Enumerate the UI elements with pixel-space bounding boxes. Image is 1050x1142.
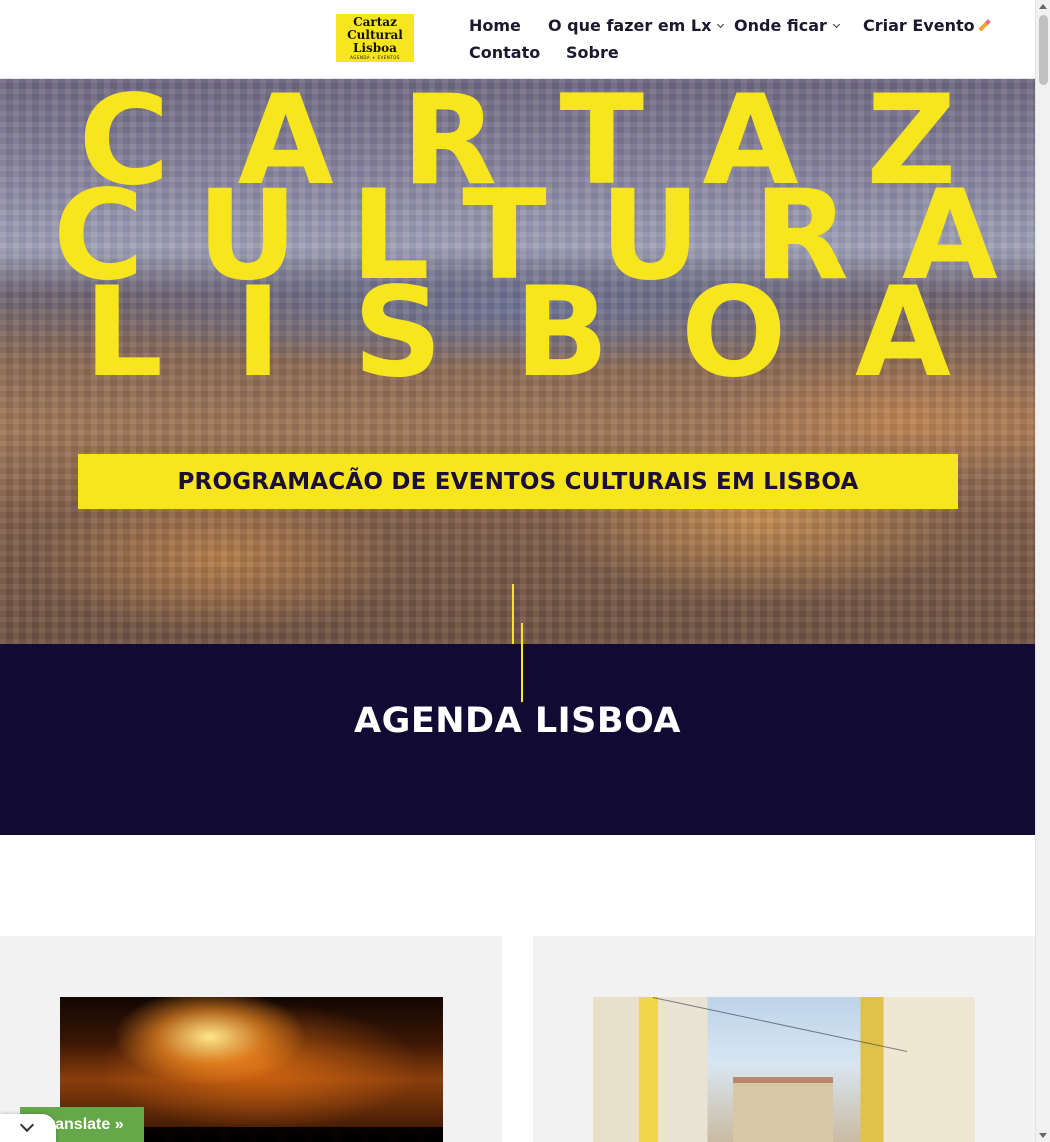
nav-criar-evento-label: Criar Evento xyxy=(863,16,975,35)
scroll-up-arrow-icon[interactable] xyxy=(1039,4,1047,9)
chevron-down-icon xyxy=(717,20,725,28)
nav-onde-ficar-label: Onde ficar xyxy=(734,16,827,35)
decorative-divider-line xyxy=(512,584,514,644)
page-scrollbar[interactable] xyxy=(1035,0,1050,1142)
nav-criar-evento[interactable]: Criar Evento xyxy=(863,16,990,35)
hero-title-line-3: LISBOA xyxy=(83,261,1024,405)
chevron-down-icon xyxy=(832,20,840,28)
site-header: Cartaz Cultural Lisboa AGENDA + EVENTOS … xyxy=(0,0,1035,79)
nav-contato-label: Contato xyxy=(469,43,541,62)
logo-line-3: Lisboa xyxy=(353,41,397,55)
nav-sobre-label: Sobre xyxy=(566,43,619,62)
hero-banner-text: PROGRAMACÃO DE EVENTOS CULTURAIS EM LISB… xyxy=(177,468,859,495)
decorative-divider-line xyxy=(521,623,523,702)
nav-home-label: Home xyxy=(469,16,521,35)
nav-sobre[interactable]: Sobre xyxy=(566,43,619,62)
nav-o-que-fazer-label: O que fazer em Lx xyxy=(548,16,712,35)
building-shape xyxy=(733,1077,833,1142)
nav-o-que-fazer[interactable]: O que fazer em Lx xyxy=(548,16,725,35)
nav-home[interactable]: Home xyxy=(469,16,521,35)
agenda-title: AGENDA LISBOA xyxy=(354,701,681,741)
site-logo[interactable]: Cartaz Cultural Lisboa AGENDA + EVENTOS xyxy=(336,14,414,62)
hero-banner: PROGRAMACÃO DE EVENTOS CULTURAIS EM LISB… xyxy=(78,454,958,509)
nav-onde-ficar[interactable]: Onde ficar xyxy=(734,16,840,35)
street-image[interactable] xyxy=(593,997,975,1142)
hero-section: CARTAZ CULTURAL LISBOA PROGRAMACÃO DE EV… xyxy=(0,79,1035,644)
event-card[interactable] xyxy=(533,936,1035,1142)
agenda-section: AGENDA LISBOA xyxy=(0,623,1035,835)
pencil-icon xyxy=(976,19,990,33)
chevron-down-icon xyxy=(19,1117,35,1133)
logo-tagline: AGENDA + EVENTOS xyxy=(350,55,400,60)
scroll-down-arrow-icon[interactable] xyxy=(1039,1133,1047,1138)
nav-contato[interactable]: Contato xyxy=(469,43,540,62)
scroll-thumb[interactable] xyxy=(1039,15,1048,85)
translate-collapse-toggle[interactable] xyxy=(0,1114,56,1142)
